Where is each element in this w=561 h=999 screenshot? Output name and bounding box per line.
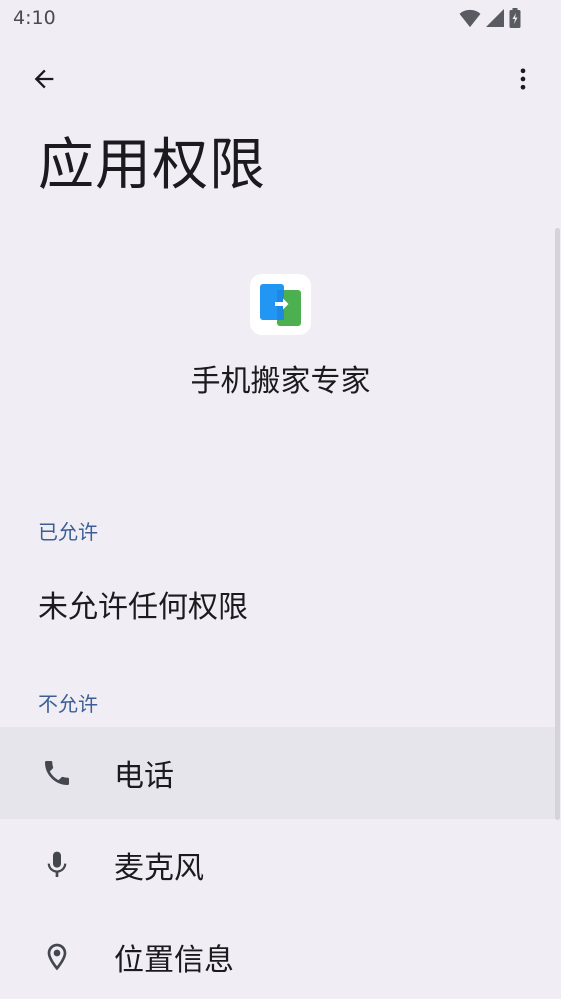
app-icon bbox=[250, 274, 311, 335]
status-bar: 4:10 bbox=[0, 0, 561, 38]
no-permissions-text: 未允许任何权限 bbox=[38, 590, 248, 625]
location-pin-icon bbox=[37, 937, 77, 977]
denied-section-header: 不允许 bbox=[38, 692, 98, 716]
permission-label: 电话 bbox=[114, 759, 174, 794]
signal-icon bbox=[485, 8, 505, 32]
wifi-icon bbox=[459, 8, 481, 32]
permission-item-phone[interactable]: 电话 bbox=[0, 727, 555, 819]
more-vert-icon bbox=[509, 65, 537, 97]
allowed-section-header: 已允许 bbox=[38, 520, 98, 544]
arrow-left-icon bbox=[30, 65, 58, 97]
permission-item-microphone[interactable]: 麦克风 bbox=[0, 819, 555, 911]
microphone-icon bbox=[37, 845, 77, 885]
page-title: 应用权限 bbox=[38, 133, 266, 198]
app-bar bbox=[0, 55, 561, 107]
battery-charging-icon bbox=[509, 8, 521, 32]
more-options-button[interactable] bbox=[501, 59, 545, 103]
app-permissions-screen: 4:10 应用权限 手机搬家专家 已允许 未允许任何权限 不允许 电话 麦克风 … bbox=[0, 0, 561, 999]
back-button[interactable] bbox=[22, 59, 66, 103]
phone-icon bbox=[37, 753, 77, 793]
permission-label: 麦克风 bbox=[114, 851, 204, 886]
status-icons bbox=[459, 8, 521, 32]
scrollbar[interactable] bbox=[555, 228, 560, 820]
app-name: 手机搬家专家 bbox=[190, 364, 371, 399]
permission-label: 位置信息 bbox=[114, 943, 234, 978]
permission-item-location[interactable]: 位置信息 bbox=[0, 911, 555, 999]
status-time: 4:10 bbox=[13, 7, 56, 29]
